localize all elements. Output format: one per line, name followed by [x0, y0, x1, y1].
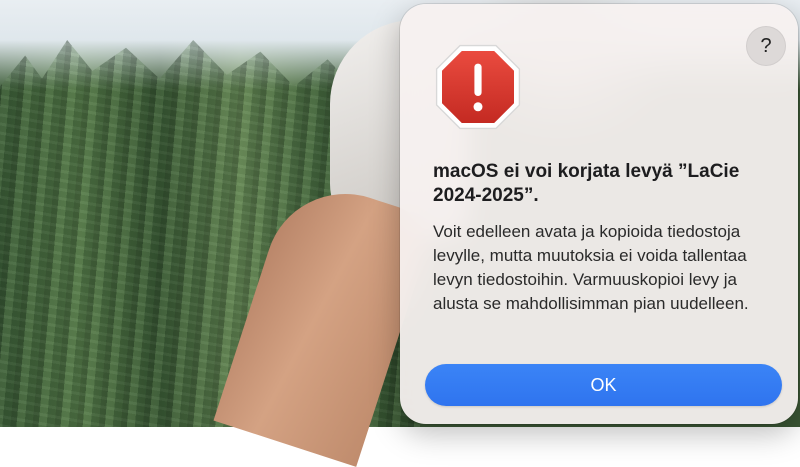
help-button[interactable]: ?	[746, 26, 786, 66]
dialog-title: macOS ei voi korjata levyä ”LaCie 2024-2…	[433, 161, 740, 206]
ok-button[interactable]: OK	[425, 364, 782, 406]
stop-icon	[435, 44, 521, 130]
alert-dialog: ? macOS ei voi korjata levyä ”LaCie 2024…	[400, 4, 798, 424]
dialog-message: Voit edelleen avata ja kopioida tiedosto…	[433, 222, 749, 313]
